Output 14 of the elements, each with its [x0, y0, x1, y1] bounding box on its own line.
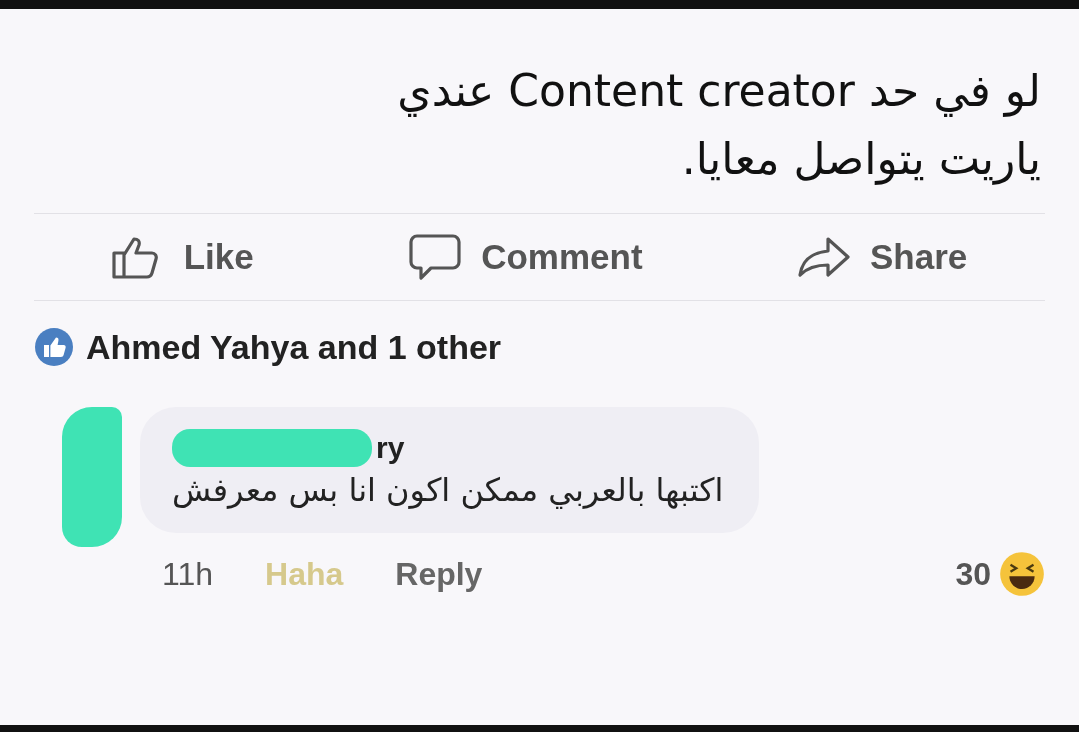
action-button[interactable]: Like	[111, 234, 254, 280]
action-button[interactable]: Comment	[409, 234, 643, 280]
speech-bubble-icon	[409, 234, 462, 280]
laughing-emoji-icon	[999, 551, 1045, 597]
comment-time: 11h	[162, 555, 213, 593]
action-button[interactable]: Share	[798, 234, 968, 280]
like-badge-icon	[34, 327, 74, 367]
comment-text: اكتبها بالعربي ممكن اكون انا بس معرفش	[172, 471, 724, 509]
reactions-summary[interactable]: Ahmed Yahya and 1 other	[86, 327, 502, 367]
reply-link[interactable]: Reply	[395, 555, 483, 593]
comment-author[interactable]: ry	[376, 431, 405, 465]
post-text: لو في حد Content creator عندي ياريت يتواصل معايا.	[396, 64, 1042, 187]
arrow-icon	[798, 237, 850, 277]
reaction-count: 30	[955, 555, 991, 593]
